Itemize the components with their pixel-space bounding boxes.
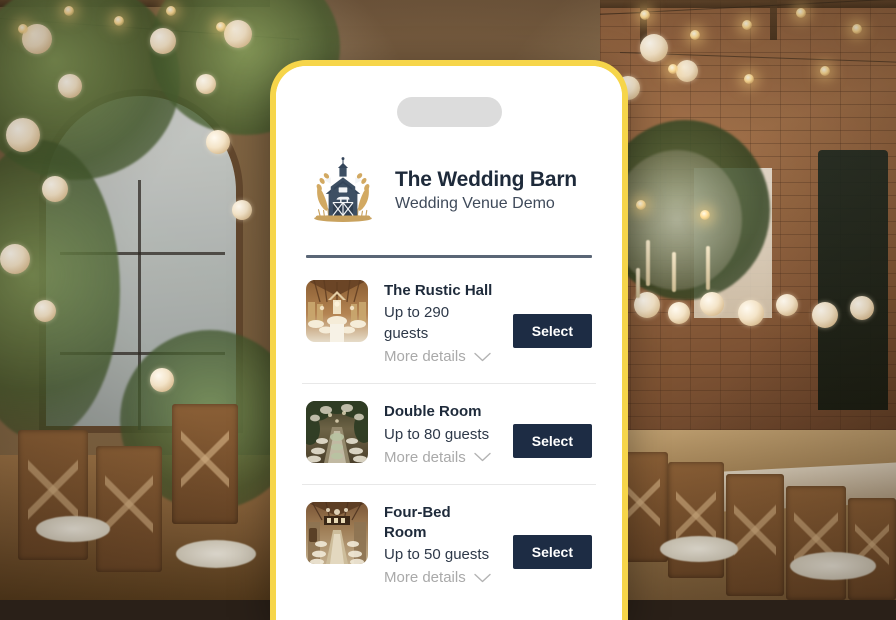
background-candle bbox=[706, 246, 710, 290]
background-chair bbox=[848, 498, 896, 600]
more-details-toggle[interactable]: More details bbox=[384, 567, 497, 588]
background-flower bbox=[850, 296, 874, 320]
listing-row[interactable]: The Rustic Hall Up to 290 guests More de… bbox=[302, 262, 596, 383]
listing-info: Double Room Up to 80 guests More details bbox=[384, 401, 497, 467]
phone-screen: The Wedding Barn Wedding Venue Demo The … bbox=[276, 66, 622, 620]
more-details-label: More details bbox=[384, 448, 466, 466]
more-details-toggle[interactable]: More details bbox=[384, 447, 497, 468]
background-plate bbox=[660, 536, 738, 562]
background-candle bbox=[636, 268, 640, 298]
more-details-toggle[interactable]: More details bbox=[384, 346, 497, 367]
string-light-bulb bbox=[166, 6, 176, 16]
background-flower bbox=[58, 74, 82, 98]
listing-capacity: Up to 290 guests bbox=[384, 304, 450, 343]
background-flower bbox=[224, 20, 252, 48]
listing-capacity: Up to 50 guests bbox=[384, 546, 490, 563]
background-flower bbox=[668, 302, 690, 324]
string-light-bulb bbox=[114, 16, 124, 26]
listing-info: Four-Bed Room Up to 50 guests More detai… bbox=[384, 502, 497, 589]
venue-subtitle: Wedding Venue Demo bbox=[395, 195, 555, 213]
background-flower bbox=[0, 244, 30, 274]
background-chair bbox=[726, 474, 784, 596]
more-details-label: More details bbox=[384, 348, 466, 366]
barn-wheat-crest-logo-icon bbox=[307, 155, 379, 227]
venue-header: The Wedding Barn Wedding Venue Demo bbox=[302, 155, 596, 227]
background-flower bbox=[6, 118, 40, 152]
venue-text-block: The Wedding Barn Wedding Venue Demo bbox=[395, 168, 577, 213]
background-plate bbox=[36, 516, 110, 542]
chevron-down-icon[interactable] bbox=[474, 573, 491, 583]
string-light-bulb bbox=[636, 200, 646, 210]
listing-name: The Rustic Hall bbox=[384, 282, 493, 299]
listing-row[interactable]: Four-Bed Room Up to 50 guests More detai… bbox=[302, 483, 596, 605]
phone-mockup-frame: The Wedding Barn Wedding Venue Demo The … bbox=[270, 60, 628, 620]
select-button[interactable]: Select bbox=[512, 424, 592, 459]
string-light-bulb bbox=[852, 24, 862, 34]
string-light-bulb bbox=[216, 22, 226, 32]
double-room-thumbnail-icon[interactable] bbox=[306, 401, 368, 464]
venue-listing-list: The Rustic Hall Up to 290 guests More de… bbox=[302, 262, 596, 604]
background-flower bbox=[196, 74, 216, 94]
select-button[interactable]: Select bbox=[512, 313, 592, 348]
background-flower bbox=[232, 200, 252, 220]
background-flower bbox=[640, 34, 668, 62]
listing-info: The Rustic Hall Up to 290 guests More de… bbox=[384, 280, 497, 367]
background-plate bbox=[790, 552, 876, 580]
string-light-bulb bbox=[796, 8, 806, 18]
chevron-down-icon[interactable] bbox=[474, 452, 491, 462]
background-flower bbox=[812, 302, 838, 328]
background-flower bbox=[34, 300, 56, 322]
string-light-bulb bbox=[700, 210, 710, 220]
background-flower bbox=[776, 294, 798, 316]
background-plate bbox=[176, 540, 256, 568]
background-candle bbox=[646, 240, 650, 286]
header-divider bbox=[306, 255, 592, 258]
listing-name: Double Room bbox=[384, 403, 482, 421]
background-chair bbox=[96, 446, 162, 572]
string-light-bulb bbox=[820, 66, 830, 76]
listing-capacity: Up to 80 guests bbox=[384, 425, 490, 443]
string-light-bulb bbox=[744, 74, 754, 84]
listing-name: Four-Bed Room bbox=[384, 503, 451, 541]
background-chair bbox=[786, 486, 846, 600]
string-light-bulb bbox=[64, 6, 74, 16]
background-candle bbox=[672, 252, 676, 292]
string-light-bulb bbox=[640, 10, 650, 20]
select-button[interactable]: Select bbox=[512, 534, 592, 569]
notch-placeholder-pill bbox=[396, 97, 502, 127]
background-flower bbox=[150, 368, 174, 392]
more-details-label: More details bbox=[384, 569, 466, 586]
string-light-bulb bbox=[18, 24, 28, 34]
string-light-bulb bbox=[690, 30, 700, 40]
background-flower bbox=[738, 300, 764, 326]
background-chair bbox=[172, 404, 238, 524]
background-flower bbox=[700, 292, 724, 316]
string-light-bulb bbox=[668, 64, 678, 74]
background-dark-door bbox=[818, 150, 888, 410]
background-floral-cluster bbox=[612, 150, 742, 290]
background-flower bbox=[42, 176, 68, 202]
background-flower bbox=[206, 130, 230, 154]
venue-title: The Wedding Barn bbox=[395, 168, 577, 192]
string-light-bulb bbox=[742, 20, 752, 30]
listing-row[interactable]: Double Room Up to 80 guests More details… bbox=[302, 383, 596, 483]
four-bed-room-thumbnail-icon[interactable] bbox=[306, 501, 368, 564]
rustic-hall-thumbnail-icon[interactable] bbox=[306, 280, 368, 342]
background-flower bbox=[676, 60, 698, 82]
background-flower bbox=[150, 28, 176, 54]
chevron-down-icon[interactable] bbox=[474, 352, 491, 362]
